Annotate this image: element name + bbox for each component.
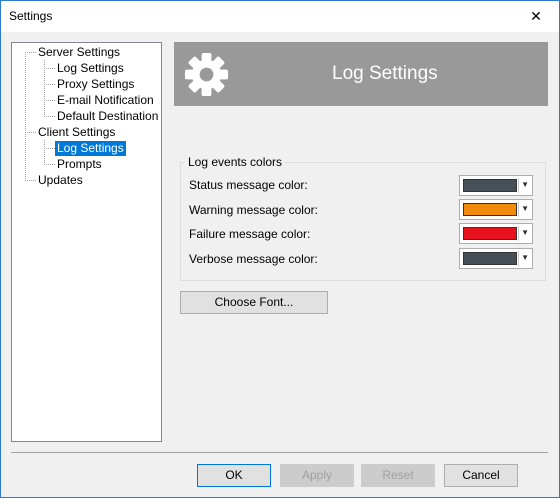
tree-item-client-settings[interactable]: Client Settings <box>38 125 115 140</box>
tree-item-default-destination[interactable]: Default Destination <box>57 109 158 124</box>
tree-line <box>44 164 55 165</box>
combo-separator <box>518 178 519 193</box>
verbose-color-swatch <box>463 252 517 265</box>
tree-line <box>25 52 36 53</box>
chevron-down-icon[interactable]: ▼ <box>521 204 529 213</box>
warning-color-picker[interactable]: ▼ <box>459 199 533 220</box>
tree-line <box>44 140 45 165</box>
verbose-color-picker[interactable]: ▼ <box>459 248 533 269</box>
status-color-picker[interactable]: ▼ <box>459 175 533 196</box>
settings-tree: Server Settings Log Settings Proxy Setti… <box>11 42 162 442</box>
combo-separator <box>518 251 519 266</box>
ok-button[interactable]: OK <box>197 464 271 487</box>
page-banner: Log Settings <box>174 42 548 106</box>
tree-line <box>25 132 36 133</box>
cancel-button[interactable]: Cancel <box>444 464 518 487</box>
combo-separator <box>518 202 519 217</box>
tree-line <box>44 100 55 101</box>
log-colors-group-label: Log events colors <box>185 155 286 169</box>
title-bar: Settings ✕ <box>1 1 559 32</box>
gear-icon <box>184 52 229 97</box>
tree-line <box>25 180 36 181</box>
chevron-down-icon[interactable]: ▼ <box>521 180 529 189</box>
tree-item-updates[interactable]: Updates <box>38 173 83 188</box>
tree-item-prompts[interactable]: Prompts <box>57 157 102 172</box>
failure-color-picker[interactable]: ▼ <box>459 223 533 244</box>
tree-item-server-log-settings[interactable]: Log Settings <box>57 61 124 76</box>
close-icon[interactable]: ✕ <box>513 1 559 32</box>
combo-separator <box>518 226 519 241</box>
status-color-swatch <box>463 179 517 192</box>
tree-line <box>44 148 55 149</box>
verbose-color-label: Verbose message color: <box>189 252 318 266</box>
tree-line <box>44 84 55 85</box>
reset-button[interactable]: Reset <box>361 464 435 487</box>
failure-color-swatch <box>463 227 517 240</box>
tree-item-proxy-settings[interactable]: Proxy Settings <box>57 77 134 92</box>
status-color-label: Status message color: <box>189 178 308 192</box>
chevron-down-icon[interactable]: ▼ <box>521 253 529 262</box>
choose-font-button[interactable]: Choose Font... <box>180 291 328 314</box>
tree-line <box>44 68 55 69</box>
tree-item-email-notification[interactable]: E-mail Notification <box>57 93 154 108</box>
footer-divider <box>11 452 548 453</box>
failure-color-label: Failure message color: <box>189 227 311 241</box>
tree-line <box>25 54 26 181</box>
apply-button[interactable]: Apply <box>280 464 354 487</box>
warning-color-label: Warning message color: <box>189 203 318 217</box>
page-title: Log Settings <box>332 63 438 84</box>
window-title: Settings <box>9 9 53 23</box>
tree-line <box>44 116 55 117</box>
tree-item-server-settings[interactable]: Server Settings <box>38 45 120 60</box>
chevron-down-icon[interactable]: ▼ <box>521 228 529 237</box>
warning-color-swatch <box>463 203 517 216</box>
tree-item-client-log-settings[interactable]: Log Settings <box>55 141 126 156</box>
